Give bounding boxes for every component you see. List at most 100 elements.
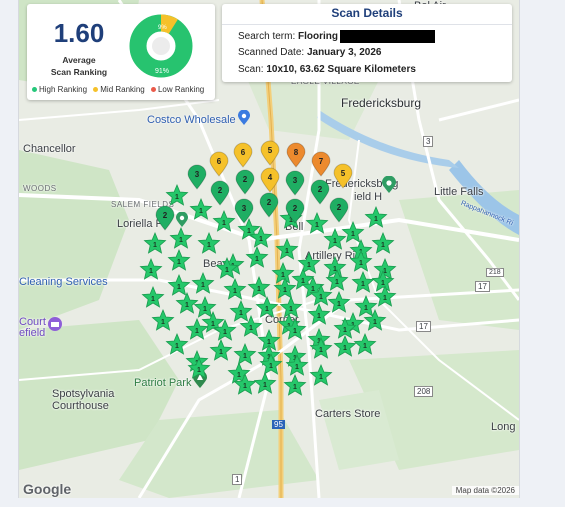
- ranking-pin[interactable]: 2: [310, 179, 330, 205]
- scan-details-card: Scan Details Search term: Flooring Scann…: [222, 4, 512, 82]
- ranking-star[interactable]: 1: [229, 299, 253, 322]
- ranking-star[interactable]: 1: [353, 332, 377, 355]
- ranking-pin[interactable]: 5: [333, 163, 353, 189]
- ranking-star-label: 1: [259, 236, 263, 243]
- ranking-pin[interactable]: 3: [234, 198, 254, 224]
- ranking-star[interactable]: 1: [354, 294, 378, 317]
- donut-high-label: 91%: [155, 68, 169, 75]
- ranking-star[interactable]: 1: [139, 257, 163, 280]
- ranking-star-label: 1: [343, 327, 347, 334]
- ranking-star[interactable]: 1: [189, 197, 213, 220]
- ranking-star[interactable]: 1: [305, 211, 329, 234]
- search-term-row: Search term: Flooring: [238, 30, 436, 43]
- ranking-pin-label: 5: [268, 146, 273, 155]
- ranking-pin-label: 6: [217, 157, 222, 166]
- ranking-pin[interactable]: 2: [155, 205, 175, 231]
- ranking-star-label: 1: [359, 260, 363, 267]
- ranking-star-label: 1: [295, 364, 299, 371]
- ranking-star-label: 1: [185, 302, 189, 309]
- ranking-star[interactable]: 1: [307, 302, 331, 325]
- ranking-star[interactable]: 1: [309, 363, 333, 386]
- ranking-pin[interactable]: 2: [210, 180, 230, 206]
- ranking-pin[interactable]: 6: [209, 151, 229, 177]
- ranking-star[interactable]: 1: [141, 285, 165, 308]
- ranking-star[interactable]: 1: [279, 295, 303, 318]
- ranking-pin[interactable]: 6: [233, 142, 253, 168]
- ranking-star[interactable]: 1: [371, 231, 395, 254]
- ranking-pin-label: 2: [218, 186, 223, 195]
- ranking-star[interactable]: 1: [297, 251, 321, 274]
- ranking-star[interactable]: 1: [223, 277, 247, 300]
- ranking-star-label: 1: [293, 328, 297, 335]
- ranking-star[interactable]: 1: [165, 332, 189, 355]
- ranking-pin[interactable]: 8: [286, 142, 306, 168]
- ranking-star[interactable]: 1: [245, 245, 269, 268]
- ranking-star[interactable]: 1: [255, 295, 279, 318]
- ranking-star-label: 1: [364, 305, 368, 312]
- ranking-star-label: 1: [343, 345, 347, 352]
- ranking-star[interactable]: 1: [323, 227, 347, 250]
- ranking-pin-label: 8: [294, 148, 299, 157]
- ranking-star[interactable]: 1: [143, 231, 167, 254]
- ranking-star[interactable]: 1: [209, 338, 233, 361]
- ranking-star-label: 1: [225, 267, 229, 274]
- search-term-value: Flooring: [298, 31, 339, 43]
- ranking-star-label: 1: [293, 384, 297, 391]
- ranking-star[interactable]: 1: [165, 183, 189, 206]
- ranking-star-label: 1: [211, 321, 215, 328]
- ranking-pin-label: 3: [242, 204, 247, 213]
- ranking-star[interactable]: 1: [327, 290, 351, 313]
- google-logo: Google: [23, 481, 72, 497]
- ranking-star-label: 1: [177, 284, 181, 291]
- ranking-star[interactable]: 1: [271, 261, 295, 284]
- ranking-star[interactable]: 1: [349, 249, 373, 272]
- ranking-star[interactable]: 1: [341, 220, 365, 243]
- ranking-star-label: 1: [281, 272, 285, 279]
- ranking-star-label: 1: [175, 343, 179, 350]
- ranking-star-label: 1: [319, 347, 323, 354]
- ranking-pin[interactable]: 5: [260, 140, 280, 166]
- ranking-pin-label: 7: [319, 157, 324, 166]
- ranking-star[interactable]: 1: [333, 334, 357, 357]
- ranking-star[interactable]: 1: [151, 308, 175, 331]
- score-label-line2: Scan Ranking: [50, 67, 108, 77]
- ranking-star[interactable]: 1: [167, 273, 191, 296]
- ranking-pin[interactable]: 2: [329, 197, 349, 223]
- ranking-star-label: 1: [219, 349, 223, 356]
- ranking-star[interactable]: 1: [197, 231, 221, 254]
- ranking-star[interactable]: 1: [212, 209, 236, 232]
- ranking-star[interactable]: 1: [185, 317, 209, 340]
- ranking-pin[interactable]: 3: [187, 164, 207, 190]
- ranking-star-label: 1: [153, 242, 157, 249]
- ranking-star-label: 1: [283, 287, 287, 294]
- map-attribution[interactable]: Map data ©2026: [451, 486, 519, 495]
- ranking-star-label: 1: [257, 286, 261, 293]
- ranking-star-label: 1: [307, 262, 311, 269]
- ranking-star[interactable]: 1: [169, 226, 193, 249]
- average-score: 1.60: [53, 18, 105, 48]
- ranking-pin[interactable]: 4: [260, 167, 280, 193]
- ranking-pin[interactable]: 7: [311, 151, 331, 177]
- ranking-star[interactable]: 1: [351, 270, 375, 293]
- ranking-pin[interactable]: 3: [285, 170, 305, 196]
- ranking-star[interactable]: 1: [167, 248, 191, 271]
- ranking-star[interactable]: 1: [275, 237, 299, 260]
- scanned-date-value: January 3, 2026: [306, 47, 382, 58]
- ranking-star[interactable]: 1: [175, 291, 199, 314]
- ranking-pin-label: 4: [268, 173, 273, 182]
- ranking-star-label: 1: [223, 329, 227, 336]
- ranking-star[interactable]: 1: [247, 275, 271, 298]
- ranking-pin[interactable]: 2: [235, 169, 255, 195]
- ranking-star-label: 1: [301, 278, 305, 285]
- ranking-star[interactable]: 1: [364, 205, 388, 228]
- ranking-star-label: 1: [337, 301, 341, 308]
- ranking-star[interactable]: 1: [283, 373, 307, 396]
- ranking-pin[interactable]: 2: [259, 192, 279, 218]
- ranking-star[interactable]: 1: [191, 271, 215, 294]
- ranking-star[interactable]: 1: [253, 371, 277, 394]
- ranking-pin-label: 2: [163, 211, 168, 220]
- ranking-star-label: 1: [195, 328, 199, 335]
- ranking-star-label: 1: [239, 310, 243, 317]
- ranking-star[interactable]: 1: [233, 342, 257, 365]
- ranking-star-label: 1: [243, 353, 247, 360]
